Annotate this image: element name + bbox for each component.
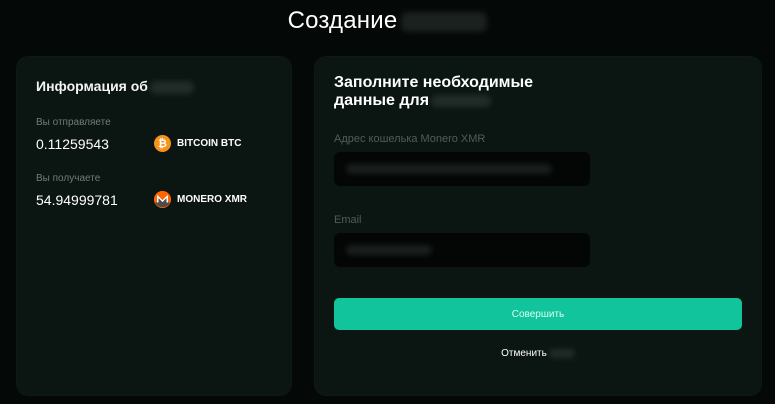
redacted-text — [149, 80, 194, 94]
email-input[interactable] — [334, 233, 590, 267]
send-coin: ₿ BITCOIN BTC — [154, 135, 241, 152]
submit-button[interactable]: Совершить — [334, 298, 742, 330]
exchange-info-card: Информация об Вы отправляете 0.11259543 … — [16, 56, 292, 396]
form-title: Заполните необходимые данные для — [334, 74, 594, 110]
wallet-address-label: Адрес кошелька Monero XMR — [334, 133, 486, 145]
send-coin-label: BITCOIN BTC — [177, 138, 242, 149]
form-card: Заполните необходимые данные для Адрес к… — [314, 56, 762, 396]
info-card-title: Информация об — [36, 78, 194, 94]
wallet-address-input[interactable] — [334, 152, 590, 186]
form-title-line2: данные для — [334, 92, 594, 110]
page-title: Создание — [0, 6, 775, 36]
monero-icon — [154, 191, 171, 208]
send-amount: 0.11259543 — [36, 136, 109, 152]
form-title-line2-text: данные для — [334, 92, 430, 109]
exchange-page: Создание Информация об Вы отправляете 0.… — [0, 0, 775, 404]
redacted-value — [346, 164, 552, 174]
form-title-line1: Заполните необходимые — [334, 74, 534, 91]
redacted-value — [346, 245, 432, 255]
receive-amount: 54.94999781 — [36, 192, 118, 208]
receive-coin: MONERO XMR — [154, 191, 247, 208]
email-label: Email — [334, 214, 362, 226]
send-label: Вы отправляете — [36, 117, 111, 128]
receive-label: Вы получаете — [36, 173, 101, 184]
redacted-text — [401, 11, 488, 32]
redacted-text — [548, 348, 575, 358]
info-card-title-text: Информация об — [36, 78, 148, 94]
bitcoin-icon: ₿ — [154, 135, 171, 152]
cancel-link[interactable]: Отменить — [314, 348, 762, 359]
redacted-text — [431, 94, 492, 107]
page-title-text: Создание — [287, 7, 398, 34]
receive-coin-label: MONERO XMR — [177, 194, 247, 205]
cancel-link-text: Отменить — [501, 348, 547, 359]
